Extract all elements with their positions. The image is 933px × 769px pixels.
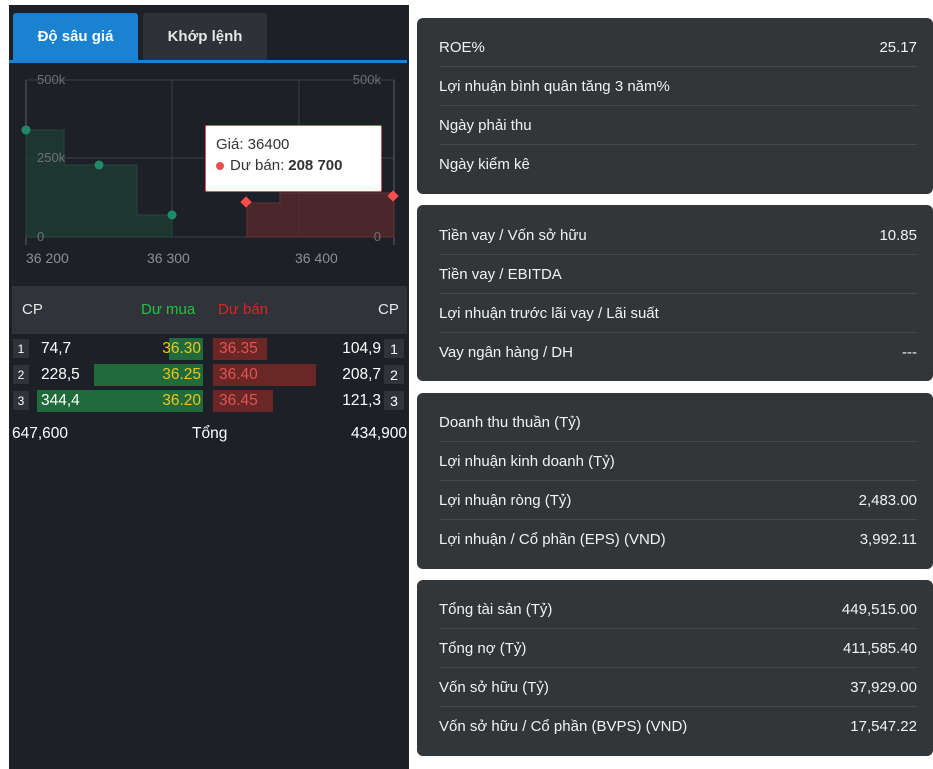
metric-label: Lợi nhuận / Cổ phần (EPS) (VND)	[439, 531, 666, 548]
metrics-panel-balance: Tổng tài sản (Tỷ) 449,515.00 Tổng nợ (Tỷ…	[417, 580, 933, 756]
metric-label: Lợi nhuận kinh doanh (Tỷ)	[439, 452, 615, 470]
metric-row: Doanh thu thuần (Tỷ)	[439, 403, 917, 442]
buy-price[interactable]: 36.30	[155, 340, 201, 358]
metric-label: Ngày phải thu	[439, 116, 532, 134]
metrics-panel-leverage: Tiền vay / Vốn sở hữu 10.85 Tiền vay / E…	[417, 205, 933, 381]
tab-bar: Độ sâu giá Khớp lệnh	[9, 13, 407, 63]
tab-match[interactable]: Khớp lệnh	[143, 13, 267, 60]
x-tick-label: 36 300	[147, 250, 190, 266]
metric-label: Ngày kiểm kê	[439, 156, 530, 173]
level-index-right: 2	[384, 365, 404, 384]
header-cp-left: CP	[22, 301, 43, 318]
metric-label: Tổng tài sản (Tỷ)	[439, 600, 553, 618]
buy-point[interactable]	[167, 210, 177, 220]
metric-label: Lợi nhuận bình quân tăng 3 năm%	[439, 77, 670, 95]
orderbook-header: CP Dư mua Dư bán CP	[12, 286, 407, 334]
y-tick-label-right: 500k	[353, 72, 382, 87]
metric-label: Vốn sở hữu / Cổ phần (BVPS) (VND)	[439, 718, 688, 735]
sell-price[interactable]: 36.45	[219, 392, 258, 410]
buy-volume: 228,5	[41, 366, 80, 383]
buy-volume: 344,4	[41, 392, 80, 409]
metric-value: 17,547.22	[850, 718, 917, 735]
buy-point[interactable]	[21, 125, 31, 135]
metric-row: Vay ngân hàng / DH ---	[439, 333, 917, 372]
metric-row: ROE% 25.17	[439, 28, 917, 67]
level-index-right: 3	[384, 391, 404, 410]
order-panel: Độ sâu giá Khớp lệnh 500k 250k 0 500k 0 …	[9, 5, 409, 769]
buy-price[interactable]: 36.25	[155, 366, 201, 384]
orderbook-row[interactable]: 2 228,5 36.25 36.40 208,7 2	[9, 363, 409, 386]
metric-label: Tiền vay / EBITDA	[439, 265, 562, 283]
orderbook-total-row: 647,600 Tổng 434,900	[9, 423, 409, 445]
metric-value: 37,929.00	[850, 678, 917, 696]
level-index: 3	[13, 391, 29, 410]
metric-value: 25.17	[879, 38, 917, 56]
metric-value: 449,515.00	[841, 600, 917, 618]
y-tick-label: 500k	[37, 72, 66, 87]
metric-label: Vốn sở hữu (Tỷ)	[439, 678, 549, 696]
buy-point[interactable]	[94, 160, 104, 170]
total-buy: 647,600	[12, 425, 69, 442]
metric-row: Tổng tài sản (Tỷ) 449,515.00	[439, 590, 917, 629]
tooltip-value: 208 700	[288, 157, 343, 174]
metric-value: 10.85	[879, 226, 917, 244]
metric-label: Lợi nhuận trước lãi vay / Lãi suất	[439, 304, 659, 322]
sell-price[interactable]: 36.40	[219, 366, 258, 384]
depth-chart[interactable]: 500k 250k 0 500k 0 36 200 36 300 36 400 …	[9, 65, 409, 275]
buy-price[interactable]: 36.20	[155, 392, 201, 410]
metric-row: Lợi nhuận ròng (Tỷ) 2,483.00	[439, 481, 917, 520]
orderbook-row[interactable]: 3 344,4 36.20 36.45 121,3 3	[9, 389, 409, 412]
level-index: 1	[13, 339, 29, 358]
y-tick-label-right: 0	[374, 229, 381, 244]
metrics-panel-profitability: ROE% 25.17 Lợi nhuận bình quân tăng 3 nă…	[417, 18, 933, 194]
sell-price[interactable]: 36.35	[219, 340, 258, 358]
metric-row: Lợi nhuận trước lãi vay / Lãi suất	[439, 294, 917, 333]
level-index: 2	[13, 365, 29, 384]
metric-row: Ngày phải thu	[439, 106, 917, 145]
y-tick-label: 0	[37, 229, 44, 244]
metric-label: Doanh thu thuần (Tỷ)	[439, 413, 581, 431]
metric-row: Ngày kiểm kê	[439, 145, 917, 184]
metric-label: Lợi nhuận ròng (Tỷ)	[439, 491, 572, 509]
level-index-right: 1	[384, 339, 404, 358]
header-buy: Dư mua	[141, 301, 196, 318]
y-tick-label: 250k	[37, 150, 66, 165]
sell-volume: 104,9	[342, 340, 381, 357]
metric-row: Vốn sở hữu (Tỷ) 37,929.00	[439, 668, 917, 707]
metric-value: 2,483.00	[858, 491, 917, 509]
tooltip-price: Giá: 36400	[216, 136, 290, 153]
series-dot-icon	[216, 161, 224, 170]
metric-row: Tiền vay / EBITDA	[439, 255, 917, 294]
header-sell: Dư bán	[218, 301, 269, 318]
metric-value: 3,992.11	[859, 531, 917, 548]
x-tick-label: 36 200	[26, 250, 69, 266]
metric-value: 411,585.40	[843, 639, 917, 657]
sell-depth-area	[246, 192, 395, 238]
metric-row: Lợi nhuận bình quân tăng 3 năm%	[439, 67, 917, 106]
metric-row: Vốn sở hữu / Cổ phần (BVPS) (VND) 17,547…	[439, 707, 917, 746]
x-tick-label: 36 400	[295, 250, 338, 266]
buy-depth-area	[25, 129, 173, 238]
metric-label: Tổng nợ (Tỷ)	[439, 639, 527, 657]
sell-volume: 208,7	[342, 366, 381, 383]
tab-depth[interactable]: Độ sâu giá	[13, 13, 138, 60]
metric-row: Lợi nhuận kinh doanh (Tỷ)	[439, 442, 917, 481]
metric-value: ---	[902, 344, 917, 361]
metrics-panel-income: Doanh thu thuần (Tỷ) Lợi nhuận kinh doan…	[417, 393, 933, 569]
metric-row: Tổng nợ (Tỷ) 411,585.40	[439, 629, 917, 668]
chart-tooltip: Giá: 36400 Dư bán: 208 700	[205, 125, 382, 192]
metric-label: Tiền vay / Vốn sở hữu	[439, 226, 587, 244]
metric-label: Vay ngân hàng / DH	[439, 344, 573, 361]
header-cp-right: CP	[378, 301, 399, 318]
orderbook-row[interactable]: 1 74,7 36.30 36.35 104,9 1	[9, 337, 409, 360]
metric-label: ROE%	[439, 38, 485, 56]
total-label: Tổng	[192, 425, 228, 442]
tooltip-series-label: Dư bán:	[230, 157, 285, 174]
sell-volume: 121,3	[342, 392, 381, 409]
total-sell: 434,900	[350, 425, 407, 442]
metric-row: Lợi nhuận / Cổ phần (EPS) (VND) 3,992.11	[439, 520, 917, 559]
metric-row: Tiền vay / Vốn sở hữu 10.85	[439, 216, 917, 255]
buy-volume: 74,7	[41, 340, 72, 357]
